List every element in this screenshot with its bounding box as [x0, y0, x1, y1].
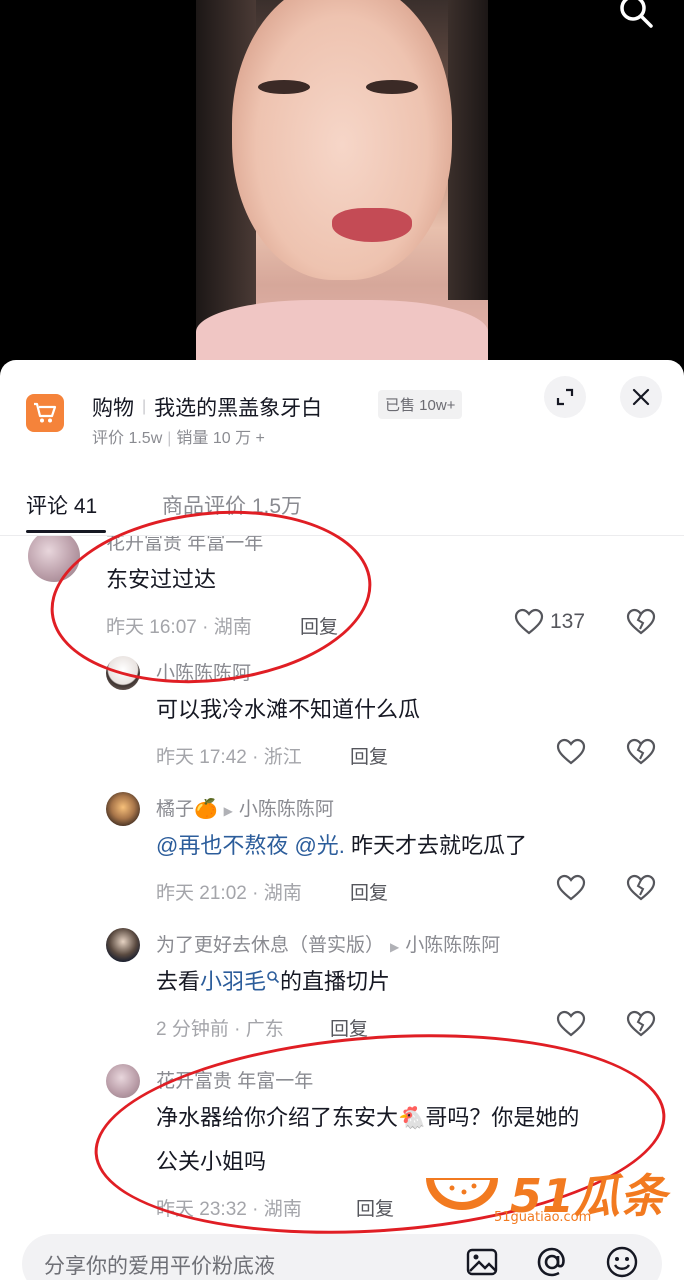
comment-time: 2 分钟前 · 广东: [156, 1019, 284, 1040]
input-placeholder: 分享你的爱用平价粉底液: [44, 1255, 275, 1278]
comment-author[interactable]: 小陈陈陈阿: [156, 658, 251, 685]
watermark-url: 51guatiao.com: [494, 1210, 592, 1225]
avatar[interactable]: [106, 928, 140, 962]
comment-time: 昨天 17:42 · 浙江: [156, 747, 302, 768]
reply-item: 小陈陈陈阿 可以我冷水滩不知道什么瓜 昨天 17:42 · 浙江 回复: [0, 654, 684, 789]
reply-item: 为了更好去休息（普实版） ▶ 小陈陈陈阿 去看小羽毛 的直播切片 2 分钟前 · 广东…: [0, 926, 684, 1061]
video-frame: [196, 0, 488, 380]
broken-heart-icon[interactable]: [626, 1010, 656, 1038]
sold-badge: 已售 10w+: [378, 390, 463, 419]
comment-author[interactable]: 花开富贵 年富一年: [106, 536, 263, 555]
comment-text-body: 去看: [156, 969, 201, 994]
heart-icon: [514, 608, 544, 635]
sales-count: 销量 10 万 +: [176, 430, 265, 447]
product-stats: 评价 1.5w | 销量 10 万 +: [92, 430, 265, 447]
watermelon-logo-icon: [426, 1178, 498, 1210]
comment-text-body: 昨天才去就吃瓜了: [351, 833, 528, 858]
search-keyword-link[interactable]: 小羽毛: [200, 969, 266, 994]
heart-icon[interactable]: [556, 874, 586, 902]
reply-arrow-icon: ▶: [390, 940, 400, 954]
tab-comments[interactable]: 评论 41: [26, 490, 97, 520]
reply-button[interactable]: 回复: [330, 1014, 368, 1041]
watermark: 51瓜条 51guatiao.com: [422, 1160, 666, 1230]
emoji-icon[interactable]: [604, 1244, 640, 1280]
comment-text-body: 的直播切片: [280, 969, 391, 994]
comment-time: 昨天 16:07 · 湖南: [106, 617, 252, 638]
comment-input[interactable]: 分享你的爱用平价粉底液: [22, 1234, 662, 1280]
tab-indicator: [26, 530, 106, 533]
comment-input-bar: 分享你的爱用平价粉底液: [0, 1222, 684, 1280]
comment-text: @再也不熬夜 @光. 昨天才去就吃瓜了: [156, 830, 527, 861]
like-button[interactable]: 137: [514, 608, 585, 636]
expand-icon: [556, 388, 574, 406]
expand-button[interactable]: [544, 376, 586, 418]
cart-icon: [26, 394, 64, 432]
mention-link[interactable]: @光.: [294, 833, 344, 858]
comment-text: 可以我冷水滩不知道什么瓜: [156, 697, 421, 722]
reply-target[interactable]: 小陈陈陈阿: [405, 935, 500, 956]
reply-arrow-icon: ▶: [223, 804, 233, 818]
comment-author-line: 橘子🍊 ▶ 小陈陈陈阿: [156, 794, 334, 821]
close-icon: [632, 388, 650, 406]
search-icon[interactable]: [614, 0, 658, 36]
product-name: 我选的黑盖象牙白: [154, 397, 323, 420]
like-count: 137: [550, 610, 586, 633]
avatar[interactable]: [106, 1064, 140, 1098]
comment-list[interactable]: 花开富贵 年富一年 东安过过达 昨天 16:07 · 湖南 回复 137 小陈陈…: [0, 536, 684, 1226]
comment-text-line: 净水器给你介绍了东安大🐔哥吗？你是她的: [156, 1105, 580, 1130]
rating-count: 评价 1.5w: [92, 430, 163, 447]
mention-link[interactable]: @再也不熬夜: [156, 833, 288, 858]
comment-item: 花开富贵 年富一年 东安过过达 昨天 16:07 · 湖南 回复 137: [0, 536, 684, 666]
avatar[interactable]: [106, 656, 140, 690]
video-player[interactable]: [0, 0, 684, 380]
product-card[interactable]: 购物 | 我选的黑盖象牙白 已售 10w+ 评价 1.5w | 销量 10 万 +: [26, 390, 546, 454]
at-mention-icon[interactable]: [534, 1244, 570, 1280]
product-category: 购物: [92, 397, 134, 420]
comment-sheet: 购物 | 我选的黑盖象牙白 已售 10w+ 评价 1.5w | 销量 10 万 + …: [0, 360, 684, 1280]
comment-text-line: 公关小姐吗: [156, 1149, 267, 1174]
tab-product-reviews[interactable]: 商品评价 1.5万: [162, 490, 302, 520]
comment-author[interactable]: 花开富贵 年富一年: [156, 1066, 313, 1093]
avatar[interactable]: [28, 536, 80, 582]
reply-button[interactable]: 回复: [350, 742, 388, 769]
search-icon: [267, 971, 280, 984]
avatar[interactable]: [106, 792, 140, 826]
tab-bar: 评论 41 商品评价 1.5万: [0, 478, 684, 536]
reply-item: 橘子🍊 ▶ 小陈陈陈阿 @再也不熬夜 @光. 昨天才去就吃瓜了 昨天 21:02 ·…: [0, 790, 684, 925]
comment-author-line: 为了更好去休息（普实版） ▶ 小陈陈陈阿: [156, 930, 500, 957]
broken-heart-icon[interactable]: [626, 874, 656, 902]
close-button[interactable]: [620, 376, 662, 418]
reply-target[interactable]: 小陈陈陈阿: [239, 799, 334, 820]
heart-icon[interactable]: [556, 738, 586, 766]
broken-heart-icon[interactable]: [626, 608, 656, 636]
reply-button[interactable]: 回复: [300, 612, 338, 639]
comment-time: 昨天 23:32 · 湖南: [156, 1199, 302, 1220]
comment-author[interactable]: 橘子🍊: [156, 799, 218, 820]
product-title: 购物 | 我选的黑盖象牙白: [92, 392, 322, 422]
comment-text: 去看小羽毛 的直播切片: [156, 966, 390, 997]
reply-button[interactable]: 回复: [356, 1194, 394, 1221]
comment-time: 昨天 21:02 · 湖南: [156, 883, 302, 904]
image-icon[interactable]: [464, 1244, 500, 1280]
reply-button[interactable]: 回复: [350, 878, 388, 905]
comment-text: 东安过过达: [106, 567, 217, 592]
heart-icon[interactable]: [556, 1010, 586, 1038]
broken-heart-icon[interactable]: [626, 738, 656, 766]
comment-author[interactable]: 为了更好去休息（普实版）: [156, 935, 384, 956]
